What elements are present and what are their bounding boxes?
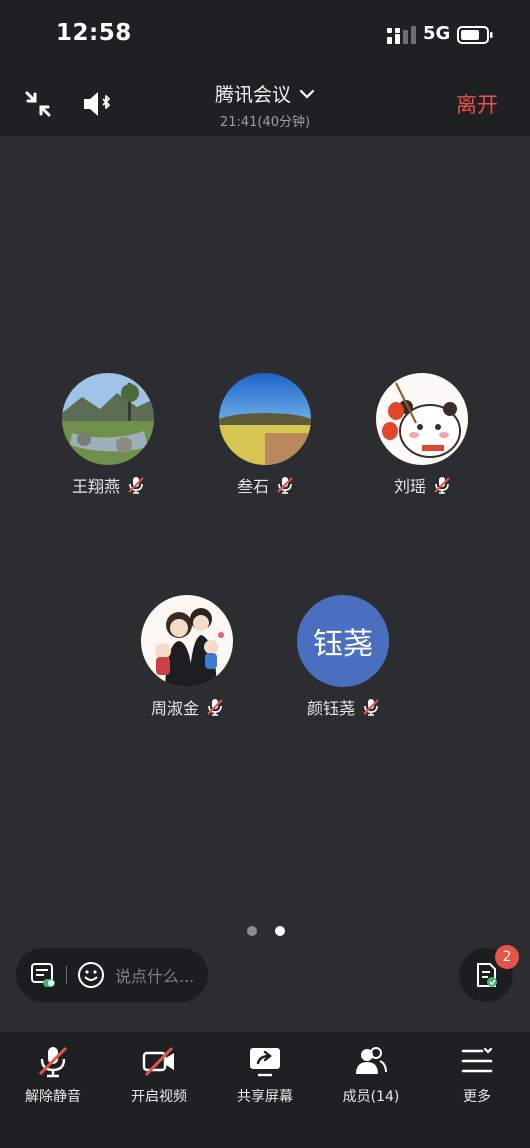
mic-muted-icon: [38, 1046, 68, 1078]
video-label: 开启视频: [131, 1089, 187, 1105]
participant-name: 叁石: [236, 477, 269, 496]
avatar: [141, 595, 233, 687]
participant-name: 王翔燕: [71, 477, 120, 496]
meeting-title-button[interactable]: 腾讯会议: [0, 80, 530, 107]
chat-settings-icon[interactable]: [30, 962, 56, 988]
emoji-icon[interactable]: [77, 961, 105, 989]
battery-icon: [457, 26, 493, 44]
more-label: 更多: [463, 1089, 491, 1105]
avatar: 钰荛: [297, 595, 389, 687]
members-icon: [356, 1047, 387, 1074]
unmute-label: 解除静音: [25, 1089, 81, 1105]
meeting-duration: 21:41(40分钟): [219, 115, 311, 130]
mic-muted-icon: [128, 477, 144, 494]
more-button[interactable]: 更多: [424, 1032, 530, 1148]
status-time: 12:58: [56, 20, 132, 46]
bottom-toolbar: 解除静音 开启视频 共享屏幕 成员(14) 更多: [0, 1032, 530, 1148]
share-screen-button[interactable]: 共享屏幕: [212, 1032, 318, 1148]
chat-placeholder[interactable]: 说点什么...: [115, 963, 194, 987]
participant-tile[interactable]: 周淑金: [117, 595, 257, 719]
menu-icon: [461, 1047, 493, 1073]
page-dot[interactable]: [247, 926, 257, 936]
share-label: 共享屏幕: [237, 1089, 293, 1105]
members-button[interactable]: 成员(14): [318, 1032, 424, 1148]
video-off-icon: [142, 1046, 174, 1077]
chevron-down-icon: [299, 89, 315, 99]
participant-name: 周淑金: [150, 699, 199, 718]
top-bar: 12:58 5G 腾讯会议 21:41(40分钟) 离开: [0, 0, 530, 136]
participant-tile[interactable]: 王翔燕: [38, 373, 178, 497]
participant-name: 颜钰荛: [306, 699, 355, 718]
avatar: [376, 373, 468, 465]
leave-button[interactable]: 离开: [456, 89, 498, 119]
meeting-screen: 12:58 5G 腾讯会议 21:41(40分钟) 离开 王翔燕 叁石 刘瑶 周…: [0, 0, 530, 1148]
network-type: 5G: [423, 23, 451, 44]
mic-muted-icon: [434, 477, 450, 494]
participant-tile[interactable]: 刘瑶: [352, 373, 492, 497]
signal-icon: [387, 26, 416, 44]
participant-tile[interactable]: 钰荛 颜钰荛: [273, 595, 413, 719]
page-indicator: [247, 926, 285, 936]
share-screen-icon: [250, 1048, 280, 1077]
avatar: [62, 373, 154, 465]
page-dot-active[interactable]: [275, 926, 285, 936]
notes-badge: 2: [495, 945, 519, 969]
participant-tile[interactable]: 叁石: [195, 373, 335, 497]
unmute-button[interactable]: 解除静音: [0, 1032, 106, 1148]
mic-muted-icon: [363, 699, 379, 716]
chat-input-bar[interactable]: 说点什么...: [16, 948, 208, 1002]
divider: [66, 966, 67, 984]
start-video-button[interactable]: 开启视频: [106, 1032, 212, 1148]
avatar: [219, 373, 311, 465]
meeting-title: 腾讯会议: [214, 84, 291, 106]
members-label: 成员(14): [342, 1089, 400, 1105]
mic-muted-icon: [207, 699, 223, 716]
mic-muted-icon: [277, 477, 293, 494]
participant-name: 刘瑶: [393, 477, 426, 496]
document-icon: [477, 963, 497, 987]
